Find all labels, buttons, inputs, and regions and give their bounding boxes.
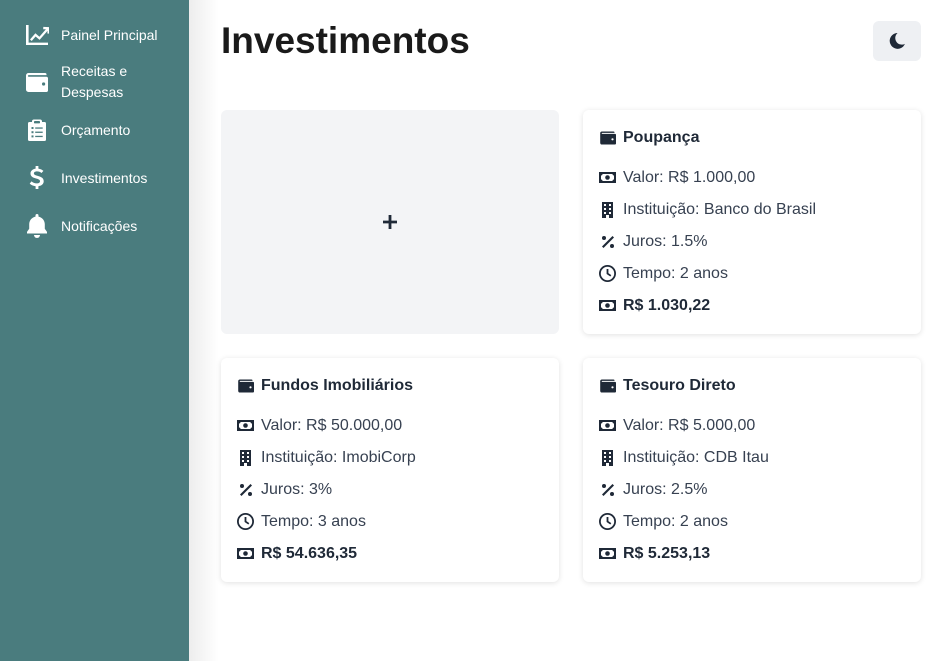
instituicao-row: Instituição: CDB Itau	[599, 447, 905, 468]
plus-icon	[382, 214, 398, 230]
money-bill-icon	[599, 169, 616, 186]
tempo-row: Tempo: 2 anos	[599, 263, 905, 284]
valor-row: Valor: R$ 1.000,00	[599, 167, 905, 188]
sidebar-shadow	[189, 0, 219, 661]
tempo-row: Tempo: 3 anos	[237, 511, 543, 532]
building-icon	[237, 449, 254, 466]
instituicao-row: Instituição: ImobiCorp	[237, 447, 543, 468]
card-header: Poupança	[599, 127, 905, 148]
investment-name: Tesouro Direto	[623, 376, 736, 394]
percent-icon	[237, 481, 254, 498]
page-title: Investimentos	[221, 20, 470, 61]
investment-card[interactable]: Tesouro Direto Valor: R$ 5.000,00 Instit…	[583, 358, 921, 582]
money-bill-icon	[237, 417, 254, 434]
valor-text: Valor: R$ 50.000,00	[261, 416, 403, 434]
juros-text: Juros: 1.5%	[623, 232, 708, 250]
clock-icon	[237, 513, 254, 530]
valor-text: Valor: R$ 5.000,00	[623, 416, 756, 434]
building-icon	[599, 449, 616, 466]
investment-card[interactable]: Fundos Imobiliários Valor: R$ 50.000,00 …	[221, 358, 559, 582]
juros-row: Juros: 2.5%	[599, 479, 905, 500]
sidebar-item-label: Notificações	[61, 217, 138, 234]
juros-text: Juros: 2.5%	[623, 480, 708, 498]
building-icon	[599, 201, 616, 218]
total-text: R$ 1.030,22	[623, 296, 711, 314]
valor-row: Valor: R$ 5.000,00	[599, 415, 905, 436]
valor-row: Valor: R$ 50.000,00	[237, 415, 543, 436]
sidebar-item-notificacoes[interactable]: Notificações	[0, 202, 189, 250]
money-bill-icon	[237, 545, 254, 562]
juros-row: Juros: 3%	[237, 479, 543, 500]
juros-row: Juros: 1.5%	[599, 231, 905, 252]
investment-card[interactable]: Poupança Valor: R$ 1.000,00 Instituição:…	[583, 110, 921, 334]
tempo-text: Tempo: 2 anos	[623, 264, 728, 282]
money-bill-icon	[599, 417, 616, 434]
tempo-text: Tempo: 2 anos	[623, 512, 728, 530]
sidebar-item-label: Investimentos	[61, 169, 148, 186]
moon-icon	[888, 32, 906, 50]
card-header: Tesouro Direto	[599, 375, 905, 396]
wallet-icon	[237, 377, 254, 394]
tempo-text: Tempo: 3 anos	[261, 512, 366, 530]
instituicao-text: Instituição: Banco do Brasil	[623, 200, 816, 218]
total-row: R$ 54.636,35	[237, 543, 543, 564]
sidebar-item-investimentos[interactable]: Investimentos	[0, 154, 189, 202]
percent-icon	[599, 233, 616, 250]
dollar-sign-icon	[24, 165, 50, 191]
card-header: Fundos Imobiliários	[237, 375, 543, 396]
total-row: R$ 5.253,13	[599, 543, 905, 564]
theme-toggle-button[interactable]	[873, 21, 921, 61]
clipboard-list-icon	[24, 117, 50, 143]
total-text: R$ 54.636,35	[261, 544, 358, 562]
sidebar-item-label: Painel Principal	[61, 26, 158, 43]
valor-text: Valor: R$ 1.000,00	[623, 168, 756, 186]
investment-name: Fundos Imobiliários	[261, 376, 414, 394]
percent-icon	[599, 481, 616, 498]
bell-icon	[24, 213, 50, 239]
tempo-row: Tempo: 2 anos	[599, 511, 905, 532]
sidebar-item-painel-principal[interactable]: Painel Principal	[0, 12, 189, 58]
sidebar: Painel Principal Receitas e Despesas Orç…	[0, 0, 189, 661]
investment-name: Poupança	[623, 128, 700, 146]
clock-icon	[599, 265, 616, 282]
sidebar-item-receitas-despesas[interactable]: Receitas e Despesas	[0, 58, 189, 106]
total-text: R$ 5.253,13	[623, 544, 711, 562]
wallet-icon	[599, 129, 616, 146]
wallet-icon	[599, 377, 616, 394]
money-bill-icon	[599, 545, 616, 562]
wallet-icon	[24, 69, 50, 95]
clock-icon	[599, 513, 616, 530]
money-bill-icon	[599, 297, 616, 314]
instituicao-text: Instituição: CDB Itau	[623, 448, 769, 466]
sidebar-item-orcamento[interactable]: Orçamento	[0, 106, 189, 154]
instituicao-row: Instituição: Banco do Brasil	[599, 199, 905, 220]
chart-line-icon	[24, 22, 50, 48]
instituicao-text: Instituição: ImobiCorp	[261, 448, 416, 466]
total-row: R$ 1.030,22	[599, 295, 905, 316]
juros-text: Juros: 3%	[261, 480, 333, 498]
sidebar-item-label: Receitas e Despesas	[61, 63, 128, 100]
sidebar-item-label: Orçamento	[61, 121, 131, 138]
add-investment-button[interactable]	[221, 110, 559, 334]
